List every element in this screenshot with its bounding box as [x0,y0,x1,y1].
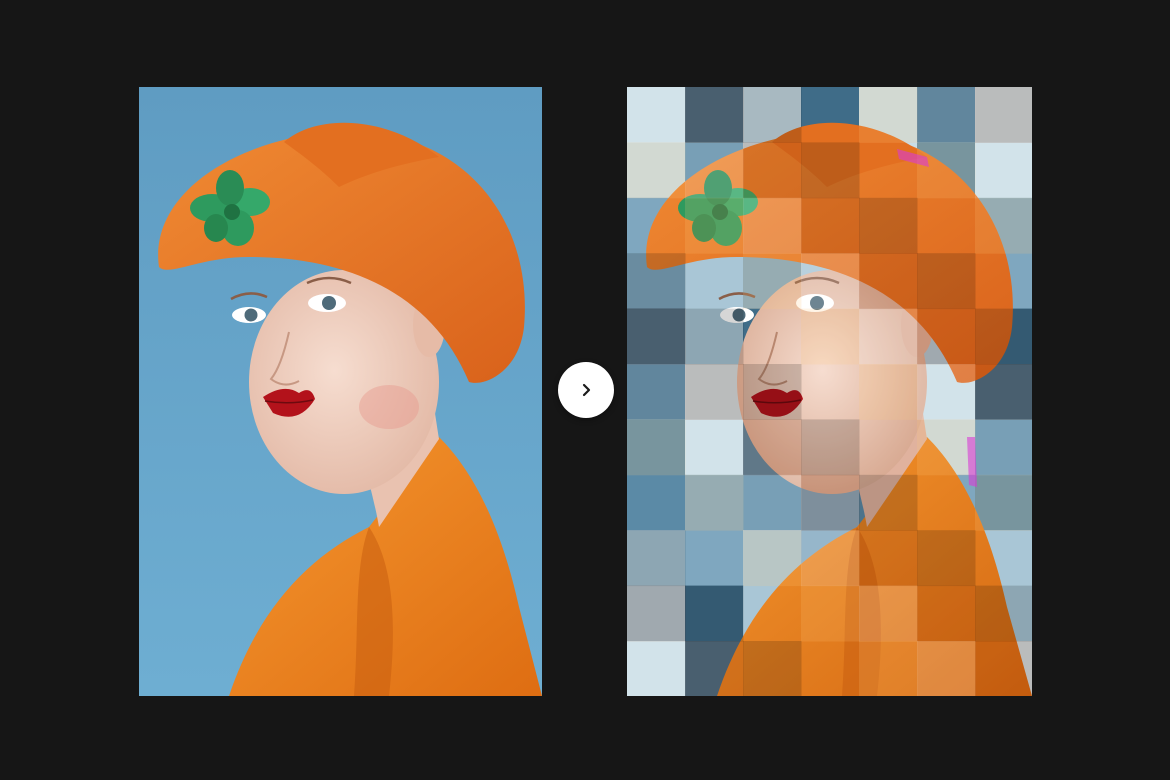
iris-right [322,296,336,310]
mosaic-overlay-tile [627,419,686,476]
mosaic-overlay-tile [975,253,1032,309]
mosaic-overlay-tile [743,142,802,199]
mosaic-overlay-tile [917,364,976,420]
mosaic-overlay-tile [859,253,918,310]
after-image [627,87,1032,696]
after-portrait [627,87,1032,696]
mosaic-overlay-tile [685,364,744,420]
next-button[interactable] [558,362,614,418]
mosaic-overlay-tile [627,253,686,310]
mosaic-overlay-tile [975,585,1032,642]
mosaic-overlay-tile [627,641,686,696]
mosaic-overlay-tile [743,419,802,476]
mosaic-overlay-tile [917,419,976,476]
mosaic-overlay-tile [859,474,918,531]
mosaic-overlay-tile [801,142,860,199]
mosaic-overlay-tile [685,87,744,143]
mosaic-overlay-tile [917,641,976,696]
chevron-right-icon [582,383,591,397]
mosaic-overlay-tile [801,197,860,254]
mosaic-overlay-tile [917,253,976,310]
mosaic-overlay-tile [859,308,918,365]
mosaic-overlay-tile [917,308,976,365]
mosaic-overlay-tile [859,585,918,642]
mosaic-overlay-tile [743,641,802,696]
iris-left [244,308,258,322]
mosaic-overlay-tile [627,364,686,420]
mosaic-overlay-tile [859,364,918,420]
mosaic-overlay-tile [685,253,744,309]
mosaic-overlay-tile [917,87,976,143]
mosaic-overlay-tile [917,142,976,199]
mosaic-overlay-tile [685,197,744,254]
mosaic-overlay-tile [859,641,918,696]
mosaic-overlay-tile [743,309,802,365]
mosaic-overlay-tile [975,197,1032,254]
mosaic-overlay-tile [801,364,860,420]
mosaic-overlay-tile [859,87,918,143]
mosaic-overlay-tile [627,308,686,365]
mosaic-overlay-tile [975,530,1032,586]
mosaic-overlay-tile [743,253,802,310]
mosaic-overlay-tile [627,475,686,531]
mosaic-overlay-tile [743,364,802,420]
mosaic-overlay-tile [859,530,918,587]
mosaic-overlay-tile [685,585,744,642]
mosaic-overlay [627,87,1032,696]
mosaic-overlay-tile [917,198,976,254]
before-portrait [139,87,542,696]
mosaic-overlay-tile [801,530,860,587]
mosaic-overlay-tile [975,142,1032,199]
mosaic-overlay-tile [801,253,860,310]
blush [359,385,419,429]
mosaic-overlay-tile [917,475,976,531]
mosaic-overlay-tile [743,197,802,254]
mosaic-overlay-tile [743,586,802,642]
mosaic-overlay-tile [859,419,918,475]
mosaic-overlay-tile [975,641,1032,696]
mosaic-overlay-tile [685,308,744,365]
mosaic-overlay-tile [917,530,976,587]
mosaic-overlay-tile [975,87,1032,143]
mosaic-overlay-tile [743,87,802,143]
mosaic-overlay-tile [685,474,744,531]
mosaic-overlay-tile [801,308,860,365]
mosaic-overlay-tile [685,530,744,586]
mosaic-overlay-tile [975,308,1032,365]
mosaic-overlay-tile [627,87,686,143]
mosaic-overlay-tile [627,142,686,199]
mosaic-overlay-tile [685,641,744,696]
mosaic-overlay-tile [627,530,686,587]
mosaic-overlay-tile [859,197,918,254]
mosaic-overlay-tile [975,364,1032,420]
mosaic-overlay-tile [801,474,860,531]
mosaic-overlay-tile [801,87,860,143]
mosaic-overlay-tile [743,530,802,587]
mosaic-overlay-tile [627,198,686,254]
mosaic-overlay-tile [975,474,1032,531]
mosaic-overlay-tile [917,585,976,642]
mosaic-overlay-tile [801,419,860,476]
mosaic-overlay-tile [801,641,860,696]
mosaic-overlay-tile [801,585,860,642]
before-image [139,87,542,696]
mosaic-overlay-tile [859,142,918,198]
mosaic-overlay-tile [743,474,802,531]
mosaic-overlay-tile [975,419,1032,476]
mosaic-overlay-tile [685,142,744,199]
mosaic-overlay-tile [685,419,744,476]
mosaic-overlay-tile [627,585,686,642]
